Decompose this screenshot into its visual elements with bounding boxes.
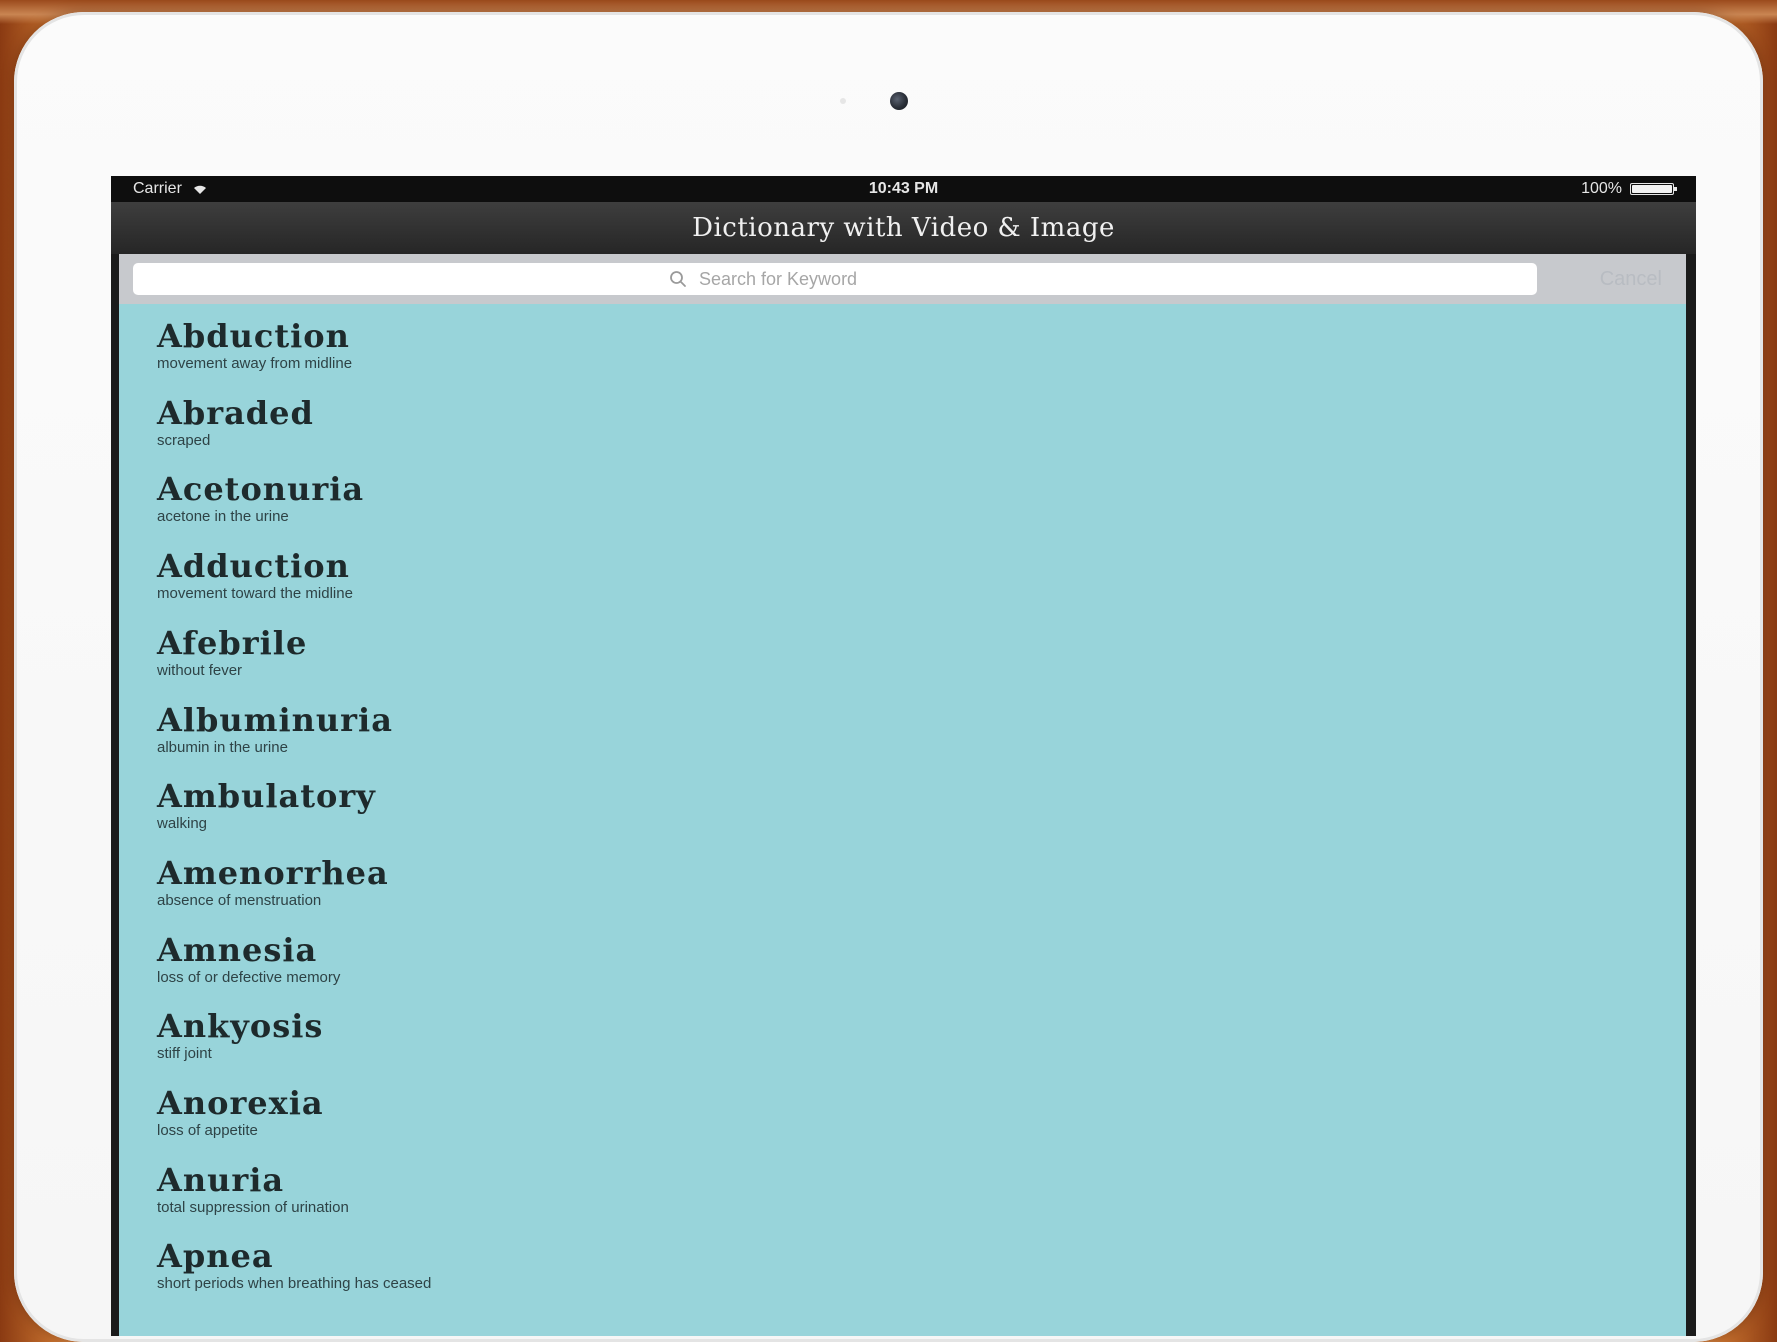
- entry-definition: movement toward the midline: [157, 585, 353, 603]
- entry-definition: loss of or defective memory: [157, 968, 341, 986]
- entry-definition: loss of appetite: [157, 1122, 258, 1139]
- search-field[interactable]: [133, 263, 1537, 295]
- list-item[interactable]: Acetonuria acetone in the urine: [157, 471, 1657, 541]
- entry-term: Amenorrhea: [157, 853, 389, 892]
- search-bar: Cancel: [119, 254, 1686, 304]
- battery-percent: 100%: [1581, 180, 1622, 197]
- entry-definition: movement away from midline: [157, 355, 353, 372]
- entry-definition: acetone in the urine: [157, 508, 289, 526]
- app-screen: Carrier 10:43 PM 100% Dictionary with Vi…: [111, 176, 1696, 1336]
- entry-term: Adduction: [157, 547, 350, 586]
- list-item[interactable]: Apnea short periods when breathing has ce…: [157, 1238, 1657, 1308]
- list-item[interactable]: Abduction movement away from midline: [157, 318, 1657, 388]
- tablet-device: Carrier 10:43 PM 100% Dictionary with Vi…: [14, 12, 1763, 1342]
- entry-term: Acetonuria: [157, 470, 365, 509]
- list-item[interactable]: Albuminuria albumin in the urine: [157, 702, 1657, 772]
- camera-icon: [890, 92, 908, 110]
- entry-term: Ambulatory: [157, 777, 376, 816]
- search-input[interactable]: [697, 267, 1001, 291]
- entry-term: Afebrile: [157, 623, 308, 662]
- entry-definition: scraped: [157, 431, 211, 449]
- entry-definition: absence of menstruation: [157, 891, 322, 909]
- entry-term: Apnea: [157, 1237, 274, 1276]
- battery-icon: [1630, 183, 1677, 195]
- entry-term: Abraded: [157, 393, 314, 432]
- entry-definition: walking: [157, 815, 208, 833]
- entry-term: Anorexia: [157, 1084, 324, 1122]
- status-bar: Carrier 10:43 PM 100%: [111, 176, 1696, 202]
- list-item[interactable]: Amnesia loss of or defective memory: [157, 932, 1657, 1002]
- light-sensor: [840, 98, 846, 104]
- status-right: 100%: [1581, 180, 1677, 198]
- list-item[interactable]: Ankyosis stiff joint: [157, 1008, 1657, 1078]
- list-item[interactable]: Amenorrhea absence of menstruation: [157, 855, 1657, 925]
- list-item[interactable]: Abraded scraped: [157, 395, 1657, 465]
- battery-fill: [1632, 185, 1672, 193]
- entry-term: Amnesia: [157, 930, 318, 969]
- search-icon: [670, 271, 686, 287]
- dictionary-list: Abduction movement away from midline Abrad…: [119, 304, 1686, 1336]
- list-item[interactable]: Ambulatory walking: [157, 778, 1657, 848]
- cancel-button[interactable]: Cancel: [1594, 267, 1668, 292]
- list-item[interactable]: Adduction movement toward the midline: [157, 548, 1657, 618]
- entry-definition: albumin in the urine: [157, 738, 288, 756]
- entry-term: Anuria: [157, 1160, 285, 1199]
- status-time: 10:43 PM: [868, 180, 939, 197]
- entry-definition: stiff joint: [157, 1045, 212, 1063]
- entry-definition: without fever: [157, 661, 243, 679]
- entry-term: Abduction: [157, 317, 350, 355]
- entry-term: Albuminuria: [157, 700, 393, 739]
- entry-definition: total suppression of urination: [157, 1198, 349, 1216]
- entry-definition: short periods when breathing has ceased: [157, 1275, 432, 1293]
- list-item[interactable]: Anuria total suppression of urination: [157, 1162, 1657, 1232]
- list-item[interactable]: Anorexia loss of appetite: [157, 1085, 1657, 1155]
- list-item[interactable]: Afebrile without fever: [157, 625, 1657, 695]
- nav-title: Dictionary with Video & Image: [111, 202, 1696, 254]
- entry-term: Ankyosis: [157, 1007, 324, 1046]
